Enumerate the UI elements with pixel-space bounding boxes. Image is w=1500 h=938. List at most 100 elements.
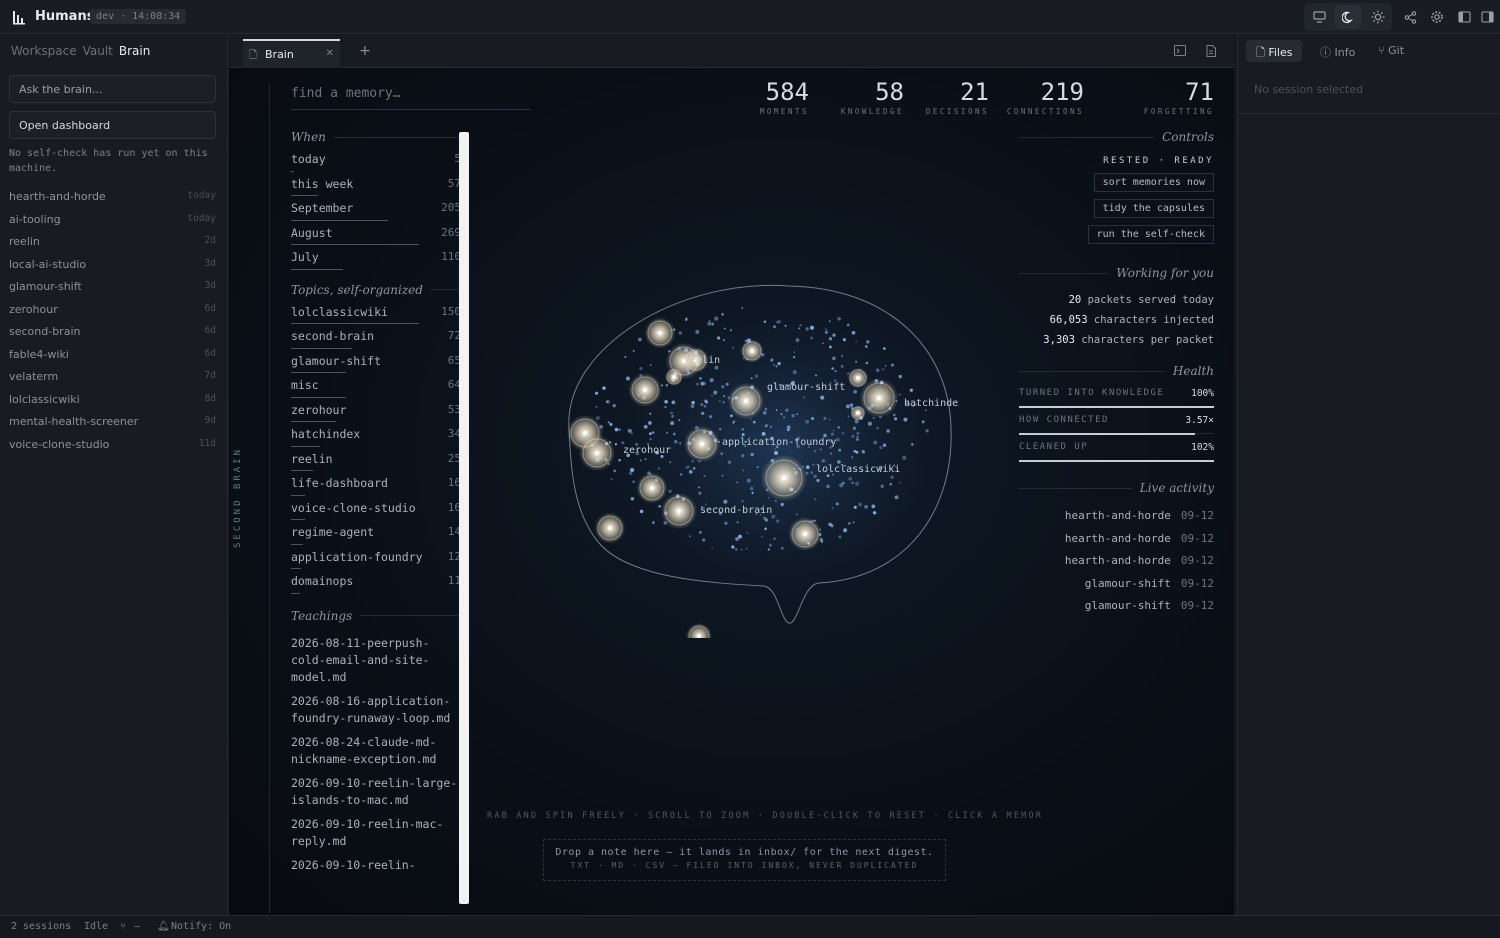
memory-dot[interactable]: [725, 382, 729, 386]
memory-dot[interactable]: [621, 441, 625, 445]
memory-dot[interactable]: [649, 412, 652, 415]
memory-dot[interactable]: [810, 471, 814, 474]
memory-dot[interactable]: [648, 432, 652, 436]
memory-dot[interactable]: [624, 355, 627, 358]
crumb-vault[interactable]: Vault: [83, 44, 113, 58]
memory-dot[interactable]: [618, 459, 621, 462]
project-item[interactable]: voice-clone-studio 11d: [9, 438, 216, 461]
notify-toggle[interactable]: Notify: On: [171, 921, 231, 932]
memory-dot[interactable]: [664, 406, 667, 409]
memory-dot[interactable]: [812, 463, 815, 467]
memory-dot[interactable]: [831, 507, 834, 510]
memory-dot[interactable]: [899, 481, 902, 484]
memory-dot[interactable]: [722, 339, 725, 342]
memory-dot[interactable]: [873, 440, 878, 445]
project-item[interactable]: ai-tooling today: [9, 213, 216, 236]
memory-dot[interactable]: [727, 460, 732, 464]
memory-dot[interactable]: [754, 374, 759, 378]
memory-dot[interactable]: [741, 499, 744, 503]
memory-dot[interactable]: [745, 547, 748, 550]
crumb-workspace[interactable]: Workspace: [11, 44, 77, 58]
memory-dot[interactable]: [824, 330, 828, 334]
memory-dot[interactable]: [703, 404, 707, 408]
memory-dot[interactable]: [828, 337, 833, 341]
memory-dot[interactable]: [702, 538, 706, 542]
memory-dot[interactable]: [731, 545, 735, 549]
memory-dot[interactable]: [741, 428, 744, 431]
activity-item[interactable]: hearth-and-horde 09-12: [1019, 554, 1214, 577]
memory-dot[interactable]: [890, 475, 894, 479]
memory-dot[interactable]: [714, 316, 719, 321]
memory-dot[interactable]: [835, 502, 839, 506]
memory-dot[interactable]: [835, 437, 840, 442]
tab-git[interactable]: ⑂ Git: [1368, 40, 1414, 62]
memory-dot[interactable]: [762, 411, 767, 415]
memory-dot[interactable]: [708, 320, 711, 323]
memory-dot[interactable]: [732, 346, 735, 349]
memory-dot[interactable]: [872, 511, 877, 515]
memory-dot[interactable]: [813, 474, 817, 478]
memory-dot[interactable]: [705, 401, 709, 404]
memory-dot[interactable]: [864, 504, 868, 509]
memory-dot[interactable]: [866, 340, 870, 344]
memory-dot[interactable]: [925, 429, 929, 433]
memory-dot[interactable]: [867, 421, 872, 426]
when-filter[interactable]: this week 57: [291, 177, 461, 202]
topic-filter[interactable]: life-dashboard 16: [291, 476, 461, 501]
memory-dot[interactable]: [602, 386, 606, 390]
memory-dot[interactable]: [651, 431, 655, 434]
memory-dot[interactable]: [751, 491, 754, 495]
project-item[interactable]: second-brain 6d: [9, 325, 216, 348]
memory-dot[interactable]: [780, 502, 784, 507]
memory-dot[interactable]: [672, 432, 676, 436]
memory-dot[interactable]: [902, 455, 907, 460]
memory-dot[interactable]: [711, 547, 714, 549]
topic-filter[interactable]: hatchindex 34: [291, 427, 461, 452]
memory-dot[interactable]: [638, 337, 642, 342]
memory-dot[interactable]: [815, 374, 817, 377]
teaching-item[interactable]: 2026-09-10-reelin-large-islands-to-mac.m…: [291, 775, 459, 809]
topic-filter[interactable]: lolclassicwiki 150: [291, 305, 461, 330]
memory-dot[interactable]: [784, 324, 787, 327]
memory-dot[interactable]: [644, 458, 647, 460]
memory-dot[interactable]: [786, 425, 791, 430]
memory-dot[interactable]: [855, 481, 860, 486]
memory-dot[interactable]: [855, 340, 858, 343]
memory-dot[interactable]: [819, 448, 822, 451]
memory-dot[interactable]: [842, 338, 846, 342]
memory-search-input[interactable]: find a memory…: [291, 84, 531, 110]
memory-dot[interactable]: [709, 378, 714, 383]
project-item[interactable]: lolclassicwiki 8d: [9, 393, 216, 416]
activity-item[interactable]: glamour-shift 09-12: [1019, 599, 1214, 622]
memory-dot[interactable]: [841, 481, 845, 485]
memory-dot[interactable]: [884, 365, 887, 367]
memory-dot[interactable]: [729, 329, 733, 332]
memory-dot[interactable]: [795, 513, 799, 516]
sidebar-right-icon[interactable]: [1474, 5, 1500, 29]
memory-dot[interactable]: [848, 477, 852, 481]
memory-dot[interactable]: [649, 364, 652, 367]
project-item[interactable]: local-ai-studio 3d: [9, 258, 216, 281]
memory-dot[interactable]: [823, 416, 827, 420]
memory-dot[interactable]: [665, 384, 668, 387]
memory-dot[interactable]: [594, 391, 599, 395]
memory-dot[interactable]: [830, 452, 833, 455]
topic-filter[interactable]: domainops 11: [291, 574, 461, 599]
memory-dot[interactable]: [892, 413, 896, 417]
memory-dot[interactable]: [679, 473, 683, 476]
memory-dot[interactable]: [691, 400, 695, 405]
memory-dot[interactable]: [610, 478, 613, 481]
activity-item[interactable]: glamour-shift 09-12: [1019, 577, 1214, 600]
memory-dot[interactable]: [855, 437, 860, 441]
project-item[interactable]: fable4-wiki 6d: [9, 348, 216, 371]
memory-dot[interactable]: [879, 446, 883, 450]
memory-dot[interactable]: [649, 438, 652, 440]
memory-dot[interactable]: [890, 363, 895, 367]
memory-dot[interactable]: [810, 336, 813, 340]
memory-dot[interactable]: [723, 499, 728, 504]
memory-dot[interactable]: [765, 424, 768, 427]
memory-dot[interactable]: [856, 435, 859, 438]
sun-icon[interactable]: [1365, 5, 1391, 29]
memory-dot[interactable]: [711, 322, 715, 326]
memory-dot[interactable]: [780, 413, 783, 416]
